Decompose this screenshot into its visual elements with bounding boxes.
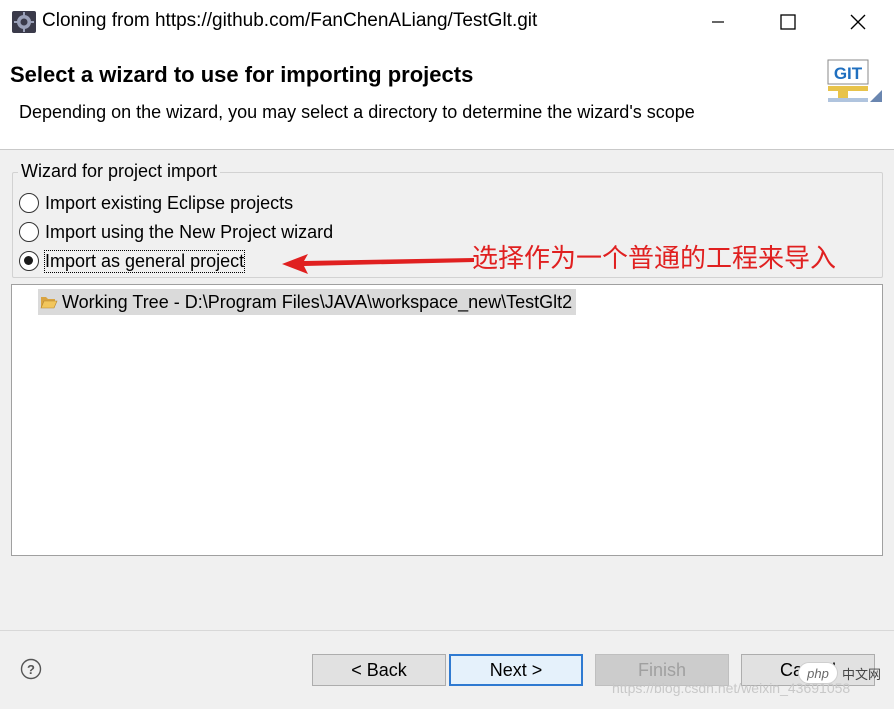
svg-text:?: ? xyxy=(27,662,35,677)
annotation-arrow-icon xyxy=(282,254,474,274)
radio-button[interactable] xyxy=(19,222,39,242)
radio-label: Import using the New Project wizard xyxy=(45,221,334,242)
git-logo-text: GIT xyxy=(834,64,863,83)
title-bar: Cloning from https://github.com/FanChenA… xyxy=(0,0,894,44)
close-icon xyxy=(850,14,866,30)
radio-import-existing-eclipse[interactable]: Import existing Eclipse projects xyxy=(19,190,293,216)
footer-separator xyxy=(0,630,894,631)
banner-title: Select a wizard to use for importing pro… xyxy=(10,62,474,87)
csdn-watermark: https://blog.csdn.net/weixin_43691058 xyxy=(612,680,851,696)
minimize-icon xyxy=(712,21,724,23)
radio-import-general-project[interactable]: Import as general project xyxy=(19,248,246,274)
minimize-button[interactable] xyxy=(688,0,748,44)
tree-item-label: Working Tree - D:\Program Files\JAVA\wor… xyxy=(62,291,573,312)
tree-item-working-tree[interactable]: Working Tree - D:\Program Files\JAVA\wor… xyxy=(38,289,577,315)
radio-button[interactable] xyxy=(19,193,39,213)
close-button[interactable] xyxy=(828,0,888,44)
git-logo-icon: GIT xyxy=(827,59,882,102)
maximize-button[interactable] xyxy=(758,0,818,44)
maximize-icon xyxy=(780,14,796,30)
eclipse-app-icon xyxy=(12,11,36,33)
radio-label: Import existing Eclipse projects xyxy=(45,192,294,213)
wizard-banner: Select a wizard to use for importing pro… xyxy=(0,44,894,150)
wizard-group-label: Wizard for project import xyxy=(18,161,221,182)
radio-label: Import as general project xyxy=(43,249,246,273)
annotation-text: 选择作为一个普通的工程来导入 xyxy=(472,244,837,274)
back-button[interactable]: < Back xyxy=(312,654,446,686)
project-tree[interactable]: Working Tree - D:\Program Files\JAVA\wor… xyxy=(11,284,883,556)
folder-open-icon xyxy=(40,297,58,309)
next-button[interactable]: Next > xyxy=(449,654,583,686)
banner-description: Depending on the wizard, you may select … xyxy=(19,102,695,122)
radio-import-new-project-wizard[interactable]: Import using the New Project wizard xyxy=(19,219,333,245)
radio-button-selected[interactable] xyxy=(19,251,39,271)
window-title: Cloning from https://github.com/FanChenA… xyxy=(42,10,538,31)
help-icon[interactable]: ? xyxy=(20,658,42,680)
